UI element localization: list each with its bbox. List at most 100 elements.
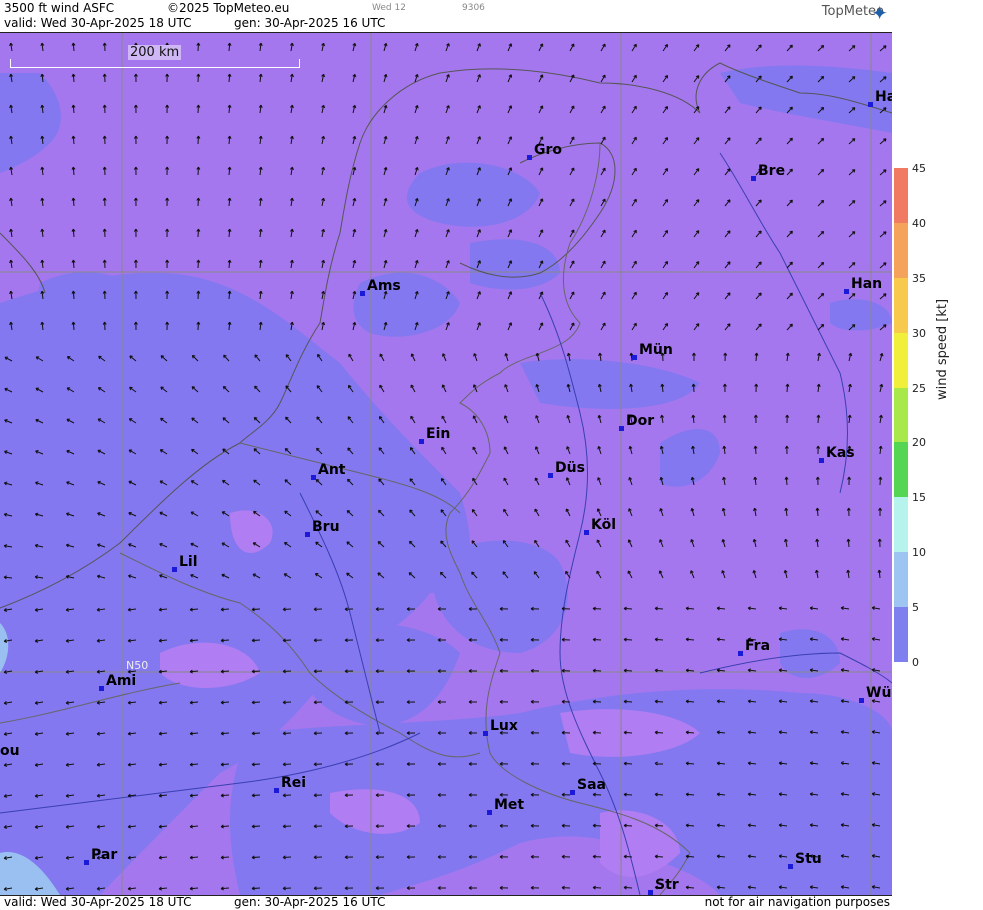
city-marker[interactable]: Str	[648, 877, 679, 895]
city-marker[interactable]: Rei	[274, 775, 306, 793]
city-marker[interactable]: Kas	[819, 445, 855, 463]
city-marker[interactable]: Köl	[584, 517, 616, 535]
city-marker[interactable]: Han	[844, 276, 882, 294]
city-marker[interactable]: Gro	[527, 142, 562, 160]
wind-arrow-icon	[321, 42, 326, 52]
wind-arrow-icon	[383, 135, 388, 145]
city-marker[interactable]: Stu	[788, 851, 822, 869]
wind-arrow-icon	[258, 104, 263, 114]
wind-arrow-icon	[321, 259, 326, 269]
wind-arrow-icon	[473, 353, 478, 362]
wind-arrow-icon	[352, 42, 357, 52]
wind-arrow-icon	[817, 230, 825, 238]
wind-arrow-icon	[815, 538, 820, 548]
wind-arrow-icon	[534, 477, 540, 486]
wind-arrow-icon	[566, 415, 571, 424]
wind-arrow-icon	[724, 44, 731, 52]
product-title: 3500 ft wind ASFC	[4, 1, 115, 15]
city-marker[interactable]: Bre	[751, 163, 785, 181]
wind-arrow-icon	[840, 606, 850, 611]
wind-arrow-icon	[753, 414, 758, 424]
wind-arrow-icon	[752, 569, 757, 579]
wind-arrow-icon	[476, 291, 481, 300]
wind-arrow-icon	[848, 231, 856, 238]
legend-tick: 20	[912, 436, 926, 450]
city-marker[interactable]: Ha	[868, 89, 892, 107]
wind-arrow-icon	[441, 353, 447, 362]
wind-arrow-icon	[878, 445, 883, 455]
wind-arrow-icon	[503, 477, 509, 486]
wind-arrow-icon	[507, 43, 513, 52]
city-marker[interactable]: Mün	[632, 342, 673, 360]
wind-arrow-icon	[662, 105, 669, 114]
city-marker[interactable]: Bru	[305, 519, 340, 537]
wind-arrow-icon	[631, 105, 637, 114]
wind-arrow-icon	[507, 74, 513, 83]
city-marker[interactable]: Ams	[360, 278, 401, 296]
wind-arrow-icon	[71, 135, 76, 145]
city-marker[interactable]: Düs	[548, 460, 585, 478]
wind-arrow-icon	[165, 228, 170, 238]
wind-arrow-icon	[786, 292, 793, 300]
wind-arrow-icon	[289, 197, 294, 207]
city-marker[interactable]: Saa	[570, 777, 606, 795]
legend-color-segment	[894, 168, 908, 223]
city-label[interactable]: ou	[0, 743, 20, 759]
wind-arrow-icon	[102, 259, 107, 269]
wind-arrow-icon	[600, 229, 606, 238]
city-marker[interactable]: Met	[487, 797, 524, 815]
wind-arrow-icon	[693, 292, 700, 300]
wind-arrow-icon	[383, 259, 388, 269]
legend-color-segment	[894, 387, 908, 443]
wind-arrow-icon	[189, 886, 199, 891]
wind-arrow-icon	[189, 855, 199, 860]
wind-arrow-icon	[753, 476, 758, 486]
wind-arrow-icon	[817, 352, 821, 362]
city-marker[interactable]: Par	[84, 847, 117, 865]
wind-arrow-icon	[721, 570, 726, 579]
topmeteo-logo: TopMeteo ✦	[822, 1, 888, 25]
city-marker[interactable]: Lux	[483, 718, 518, 736]
wind-arrow-icon	[786, 137, 793, 145]
wind-arrow-icon	[414, 229, 419, 238]
wind-arrow-icon	[815, 476, 820, 486]
wind-arrow-icon	[871, 668, 881, 672]
wind-arrow-icon	[414, 136, 419, 145]
wind-arrow-icon	[165, 73, 170, 83]
city-marker[interactable]: Dor	[619, 413, 654, 431]
wind-arrow-icon	[321, 228, 326, 238]
wind-arrow-icon	[747, 606, 757, 611]
wind-arrow-icon	[71, 73, 76, 83]
wind-arrow-icon	[383, 104, 388, 114]
wind-arrow-icon	[321, 104, 326, 114]
wind-arrow-icon	[693, 137, 700, 145]
city-marker[interactable]: Wü	[859, 685, 891, 703]
wind-arrow-icon	[784, 507, 789, 517]
wind-arrow-icon	[410, 353, 416, 362]
city-marker[interactable]: Fra	[738, 638, 770, 656]
wind-arrow-icon	[472, 415, 478, 424]
legend-color-segment	[894, 332, 908, 388]
wind-arrow-icon	[631, 198, 637, 207]
wind-arrow-icon	[752, 538, 757, 548]
wind-arrow-icon	[507, 322, 513, 331]
wind-arrow-icon	[631, 291, 637, 300]
wind-arrow-icon	[569, 105, 575, 114]
city-marker[interactable]: Ein	[419, 426, 450, 444]
wind-arrow-icon	[627, 539, 633, 548]
legend-tick: 40	[912, 216, 926, 230]
wind-map[interactable]: 200 km N50 Gro Bre Ha Ams Han Mün Ein Do…	[0, 33, 892, 895]
wind-arrow-icon	[817, 199, 825, 207]
scale-bar: 200 km	[10, 45, 300, 68]
wind-speed-patches	[0, 65, 892, 895]
wind-arrow-icon	[102, 135, 107, 145]
city-marker[interactable]: Ami	[99, 673, 136, 691]
wind-arrow-icon	[846, 538, 851, 548]
wind-arrow-icon	[133, 259, 138, 269]
wind-arrow-icon	[414, 167, 419, 176]
wind-arrow-icon	[476, 229, 481, 238]
city-marker[interactable]: Ant	[311, 462, 346, 480]
wind-arrow-icon	[693, 199, 700, 207]
city-marker[interactable]: Lil	[172, 554, 198, 572]
wind-arrow-icon	[848, 169, 856, 176]
